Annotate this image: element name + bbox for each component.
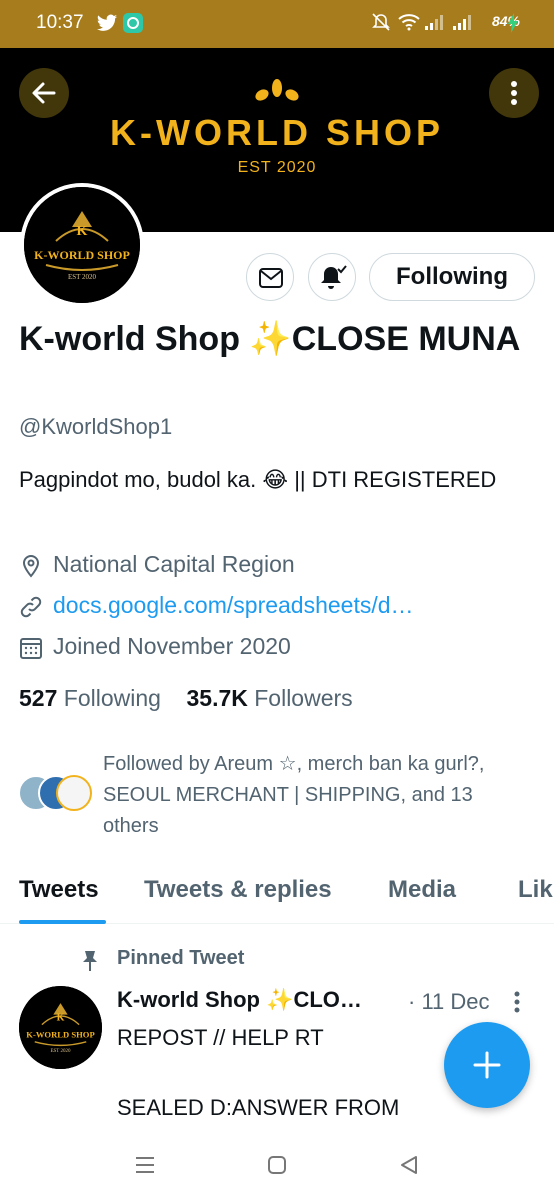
follow-stats: 527 Following 35.7K Followers [19, 685, 353, 712]
charging-icon [508, 13, 518, 33]
followed-by-text[interactable]: Followed by Areum ☆, merch ban ka gurl?,… [103, 749, 523, 842]
follower-avatar [56, 775, 92, 811]
status-time: 10:37 [36, 12, 84, 33]
following-label: Following [63, 685, 161, 711]
more-options-button[interactable] [489, 68, 539, 118]
pinned-tweet-label: Pinned Tweet [117, 947, 245, 969]
tweet-body[interactable]: REPOST // HELP RT SEALED D:ANSWER FROM [117, 1020, 447, 1125]
svg-text:K: K [57, 1012, 65, 1023]
profile-bio: Pagpindot mo, budol ka. 😂 || DTI REGISTE… [19, 467, 497, 492]
signal-1-icon [425, 15, 443, 30]
svg-text:K-WORLD SHOP: K-WORLD SHOP [26, 1030, 94, 1040]
followers-stat[interactable]: 35.7K Followers [186, 685, 352, 711]
tab-media[interactable]: Media [388, 876, 456, 904]
system-nav-bar [0, 1132, 554, 1200]
compose-tweet-button[interactable] [444, 1022, 530, 1108]
following-stat[interactable]: 527 Following [19, 685, 161, 711]
location-pin-icon [22, 554, 40, 578]
banner-title: K-WORLD SHOP [110, 112, 444, 153]
joined-text: Joined November 2020 [53, 633, 291, 659]
plus-icon [473, 1051, 501, 1079]
home-icon[interactable] [266, 1154, 288, 1176]
tab-tweets[interactable]: Tweets [19, 876, 99, 904]
calendar-icon [20, 638, 42, 659]
following-button[interactable]: Following [369, 253, 535, 301]
user-handle: @KworldShop1 [19, 414, 173, 439]
banner-subtitle: EST 2020 [237, 159, 317, 176]
back-arrow-icon [32, 82, 56, 104]
tab-likes[interactable]: Lik [518, 876, 553, 904]
link-icon [20, 596, 42, 618]
tweet-author-name: K-world Shop ✨CLO… [117, 987, 362, 1012]
back-button[interactable] [19, 68, 69, 118]
back-nav-icon[interactable] [398, 1154, 420, 1176]
tweet-date: · 11 Dec [408, 989, 490, 1014]
recent-apps-icon[interactable] [134, 1154, 156, 1176]
banner-crown-icon [255, 79, 299, 101]
followed-by-avatars[interactable] [16, 775, 96, 815]
tweet-author-avatar[interactable]: K K-WORLD SHOP EST 2020 [19, 986, 102, 1069]
wifi-icon [398, 14, 420, 31]
svg-text:K: K [77, 224, 88, 239]
mute-bell-icon [372, 13, 390, 31]
tweet-author[interactable]: K-world Shop ✨CLO… [117, 987, 362, 1013]
followers-count: 35.7K [186, 685, 248, 711]
tab-tweets-replies[interactable]: Tweets & replies [144, 876, 332, 904]
profile-tabs: Tweets Tweets & replies Media Lik [0, 860, 554, 924]
followers-label: Followers [254, 685, 353, 711]
svg-text:K-WORLD SHOP: K-WORLD SHOP [34, 248, 130, 262]
following-count: 527 [19, 685, 58, 711]
bell-check-icon [321, 265, 347, 289]
notifications-button[interactable] [308, 253, 356, 301]
status-bar: 10:37 84% [0, 0, 554, 48]
signal-2-icon [453, 15, 471, 30]
svg-text:EST 2020: EST 2020 [68, 273, 97, 281]
message-button[interactable] [246, 253, 294, 301]
twitter-notification-icon [96, 14, 118, 31]
profile-avatar[interactable]: K K-WORLD SHOP EST 2020 [20, 183, 144, 307]
location-text: National Capital Region [53, 551, 295, 577]
display-name: K-world Shop ✨CLOSE MUNA [19, 320, 521, 358]
tweet-more-icon[interactable] [513, 990, 521, 1014]
chat-app-icon [123, 13, 143, 33]
envelope-icon [259, 268, 283, 288]
shop-logo: K K-WORLD SHOP EST 2020 [24, 187, 140, 303]
svg-text:EST 2020: EST 2020 [50, 1049, 71, 1054]
pin-icon [83, 951, 97, 971]
active-tab-indicator [19, 920, 106, 924]
more-vertical-icon [511, 81, 517, 105]
shop-logo-small: K K-WORLD SHOP EST 2020 [19, 986, 102, 1069]
website-link[interactable]: docs.google.com/spreadsheets/d… [53, 592, 414, 619]
